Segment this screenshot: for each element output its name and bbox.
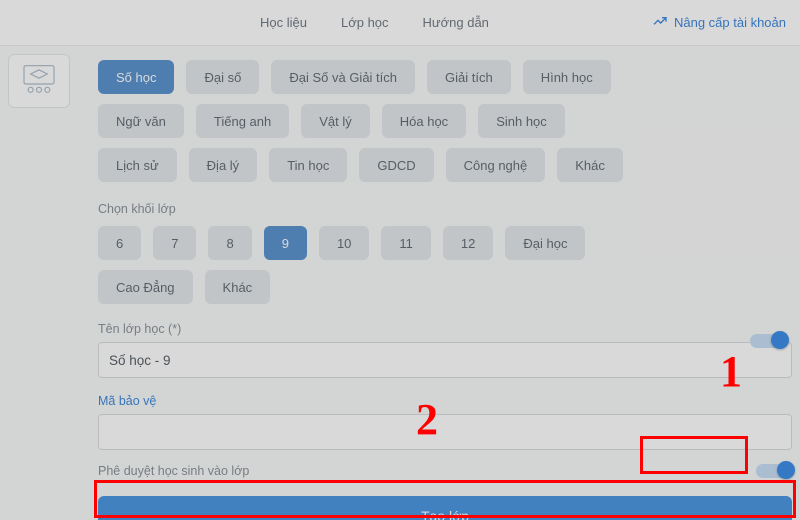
chip-sinh-học[interactable]: Sinh học <box>478 104 565 138</box>
chip-12[interactable]: 12 <box>443 226 493 260</box>
chip-9[interactable]: 9 <box>264 226 307 260</box>
chip-11[interactable]: 11 <box>381 226 431 260</box>
chip-khác[interactable]: Khác <box>557 148 623 182</box>
create-class-button[interactable]: Tạo lớp <box>98 496 792 520</box>
protection-code-label[interactable]: Mã bảo vệ <box>98 394 156 408</box>
upgrade-account-link[interactable]: Nâng cấp tài khoản <box>652 13 786 32</box>
chip-đại-số[interactable]: Đại số <box>186 60 259 94</box>
protection-code-input[interactable] <box>98 414 792 450</box>
nav-materials[interactable]: Học liệu <box>260 15 307 30</box>
nav-guide[interactable]: Hướng dẫn <box>423 15 489 30</box>
chip-10[interactable]: 10 <box>319 226 369 260</box>
chip-ngữ-văn[interactable]: Ngữ văn <box>98 104 184 138</box>
class-name-input[interactable] <box>98 342 792 378</box>
chip-địa-lý[interactable]: Địa lý <box>189 148 258 182</box>
chip-đại-số-và-giải-tích[interactable]: Đại Số và Giải tích <box>271 60 415 94</box>
chip-vật-lý[interactable]: Vật lý <box>301 104 370 138</box>
approval-label: Phê duyệt học sinh vào lớp <box>98 464 249 478</box>
approval-toggle[interactable] <box>756 464 792 478</box>
class-name-label: Tên lớp học (*) <box>98 322 792 336</box>
chip-tiếng-anh[interactable]: Tiếng anh <box>196 104 289 138</box>
trend-icon <box>652 13 668 32</box>
chip-tin-học[interactable]: Tin học <box>269 148 347 182</box>
chip-số-học[interactable]: Số học <box>98 60 174 94</box>
nav-classes[interactable]: Lớp học <box>341 15 389 30</box>
protection-code-toggle[interactable] <box>750 334 786 348</box>
graduation-icon <box>19 61 59 102</box>
upgrade-label: Nâng cấp tài khoản <box>674 15 786 30</box>
chip-đại-học[interactable]: Đại học <box>505 226 585 260</box>
chip-gdcd[interactable]: GDCD <box>359 148 433 182</box>
chip-giải-tích[interactable]: Giải tích <box>427 60 511 94</box>
chip-cao-đẳng[interactable]: Cao Đẳng <box>98 270 193 304</box>
chip-công-nghệ[interactable]: Công nghệ <box>446 148 546 182</box>
chip-hóa-học[interactable]: Hóa học <box>382 104 466 138</box>
chip-lịch-sử[interactable]: Lịch sử <box>98 148 177 182</box>
chip-7[interactable]: 7 <box>153 226 196 260</box>
chip-8[interactable]: 8 <box>208 226 251 260</box>
chip-hình-học[interactable]: Hình học <box>523 60 611 94</box>
class-illustration-card <box>8 54 70 108</box>
chip-khác[interactable]: Khác <box>205 270 271 304</box>
grade-section-label: Chọn khối lớp <box>98 202 792 216</box>
chip-6[interactable]: 6 <box>98 226 141 260</box>
